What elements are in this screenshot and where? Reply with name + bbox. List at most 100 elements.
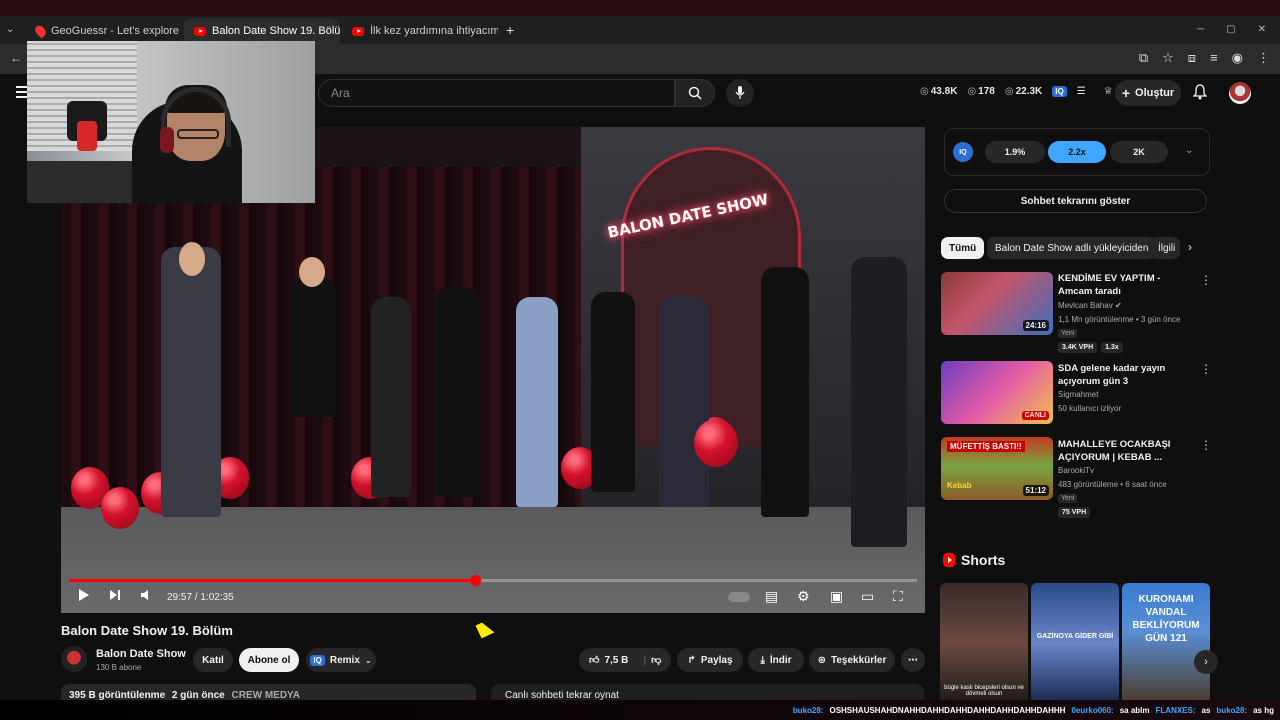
window-controls: ─ ▢ ✕ bbox=[1197, 24, 1266, 35]
thumbs-down-icon[interactable]: 👎︎ bbox=[651, 654, 661, 666]
share-button[interactable]: ↱ Paylaş bbox=[677, 648, 743, 672]
rec-title[interactable]: SDA gelene kadar yayın açıyorum gün 3 bbox=[1058, 362, 1193, 388]
divider: | bbox=[643, 654, 647, 666]
quality-option[interactable]: 2K bbox=[1110, 141, 1168, 163]
rec-channel[interactable]: Mevlcan Bahav ✔︎ bbox=[1058, 301, 1122, 310]
download-icon: ⤓ bbox=[760, 654, 765, 666]
media-icon[interactable]: ≡ bbox=[1210, 50, 1218, 66]
browser-toolbar-icons: ⧉ ☆ ⧈ ≡ ◉ ⋮ bbox=[1139, 50, 1270, 66]
speed-option-2[interactable]: 2.2x bbox=[1048, 141, 1106, 163]
rec-thumbnail[interactable]: MÜFETTİŞ BASTI!! Kebab 51:12 bbox=[941, 437, 1053, 500]
show-chat-replay-button[interactable]: Sohbet tekrarını göster bbox=[944, 189, 1207, 213]
search-button[interactable] bbox=[675, 79, 715, 107]
account-avatar[interactable] bbox=[1229, 82, 1251, 104]
shorts-icon bbox=[943, 553, 955, 567]
video-title: Balon Date Show 19. Bölüm bbox=[61, 623, 233, 638]
chevron-right-icon: › bbox=[1204, 656, 1208, 668]
more-horiz-icon: ⋯ bbox=[908, 654, 918, 666]
short-card[interactable]: GAZİNOYA GİDER GİBİ bbox=[1031, 583, 1119, 703]
fullscreen-icon[interactable]: ⛶ bbox=[893, 588, 903, 605]
theater-mode-icon[interactable]: ▭ bbox=[861, 588, 874, 605]
rec-meta: 1,1 Mn görüntülenme • 3 gün önce bbox=[1058, 315, 1181, 324]
new-tab-button[interactable]: + bbox=[506, 22, 514, 38]
eye-icon: ◎ bbox=[920, 86, 929, 97]
webcam-mic-arm bbox=[77, 121, 97, 151]
profile-icon[interactable]: ◉ bbox=[1232, 50, 1243, 66]
live-badge: CANLI bbox=[1021, 411, 1049, 420]
speed-option-1[interactable]: 1.9% bbox=[985, 141, 1045, 163]
rec-channel[interactable]: Sigmahmet bbox=[1058, 390, 1098, 399]
more-actions-button[interactable]: ⋯ bbox=[901, 648, 925, 672]
channel-name[interactable]: Balon Date Show bbox=[96, 648, 186, 660]
contestant bbox=[591, 292, 635, 492]
minimize-icon[interactable]: ─ bbox=[1197, 24, 1204, 35]
back-arrow-icon[interactable]: ← bbox=[10, 51, 22, 65]
like-count[interactable]: 7,5 B bbox=[604, 655, 628, 666]
search-input[interactable]: Ara bbox=[318, 79, 675, 107]
extensions-icon[interactable]: ⧈ bbox=[1188, 50, 1196, 66]
iq-extension-icon[interactable]: IQ bbox=[1052, 86, 1067, 97]
list-icon[interactable]: ☰ bbox=[1077, 86, 1086, 97]
notifications-bell-icon[interactable] bbox=[1192, 84, 1208, 103]
subscribe-button[interactable]: Abone ol bbox=[239, 648, 299, 672]
shorts-next-button[interactable]: › bbox=[1194, 650, 1218, 674]
chip-all[interactable]: Tümü bbox=[941, 237, 985, 259]
chevron-right-icon[interactable]: › bbox=[1188, 240, 1192, 254]
streamer-webcam bbox=[27, 41, 315, 203]
contestant-head bbox=[299, 257, 325, 287]
autoplay-toggle[interactable] bbox=[728, 592, 750, 602]
rec-vph: 3.4K VPH 1.3x bbox=[1058, 342, 1123, 353]
tab-ilk-kez[interactable]: İlk kez yardımına ihtiyacım var... ✕ bbox=[342, 18, 498, 44]
more-vert-icon[interactable]: ⋮ bbox=[1200, 362, 1212, 376]
create-button[interactable]: + Oluştur bbox=[1115, 80, 1181, 106]
chat-message: sa ablm bbox=[1119, 705, 1150, 715]
tab-search-icon[interactable]: ⌄ bbox=[6, 24, 14, 35]
short-card[interactable]: bügle kaslı bicepsleri olsun ve dövmeli … bbox=[940, 583, 1028, 703]
rec-channel[interactable]: BarookiTv bbox=[1058, 466, 1094, 475]
thumbs-up-icon[interactable]: 👍︎ bbox=[589, 654, 599, 666]
likes-stat: ◎ 178 bbox=[967, 86, 995, 97]
tab-label: Balon Date Show 19. Bölüm - Y... bbox=[212, 25, 340, 37]
install-app-icon[interactable]: ⧉ bbox=[1139, 50, 1148, 66]
thanks-button[interactable]: ⊛ Teşekkürler bbox=[809, 648, 895, 672]
download-button[interactable]: ⤓ İndir bbox=[748, 648, 804, 672]
volume-button[interactable] bbox=[140, 588, 152, 605]
rec-thumbnail[interactable]: 24:16 bbox=[941, 272, 1053, 335]
subtitles-icon[interactable]: ▤ bbox=[765, 588, 778, 605]
like-icon: ◎ bbox=[967, 86, 977, 97]
shorts-section-title: Shorts bbox=[943, 552, 1005, 568]
chevron-down-icon: ⌄ bbox=[364, 655, 372, 665]
play-button[interactable] bbox=[78, 588, 90, 605]
voice-search-button[interactable] bbox=[726, 79, 754, 107]
contestant bbox=[516, 297, 558, 507]
channel-avatar[interactable] bbox=[61, 646, 87, 672]
remix-button[interactable]: IQ Remix ⌄ bbox=[306, 648, 376, 672]
rec-thumbnail[interactable]: CANLI bbox=[941, 361, 1053, 424]
close-window-icon[interactable]: ✕ bbox=[1258, 24, 1266, 35]
chip-related[interactable]: İlgili bbox=[1150, 237, 1180, 259]
balloon-held bbox=[694, 419, 738, 467]
chat-message: as hg bbox=[1253, 705, 1274, 715]
bookmark-star-icon[interactable]: ☆ bbox=[1162, 50, 1174, 66]
trophy-icon[interactable]: ♕ bbox=[1104, 86, 1113, 97]
views-stat: ◎ 43.8K bbox=[920, 86, 958, 97]
maximize-icon[interactable]: ▢ bbox=[1226, 24, 1235, 35]
chip-uploader[interactable]: Balon Date Show adlı yükleyiciden bbox=[987, 237, 1157, 259]
short-card[interactable]: KURONAMI VANDAL BEKLİYORUM GÜN 121 bbox=[1122, 583, 1210, 703]
settings-gear-icon[interactable]: ⚙ bbox=[797, 588, 810, 605]
join-button[interactable]: Katıl bbox=[193, 648, 233, 672]
plus-icon: + bbox=[1121, 85, 1131, 101]
more-vert-icon[interactable]: ⋮ bbox=[1200, 273, 1212, 287]
rec-title[interactable]: MAHALLEYE OCAKBAŞI AÇIYORUM | KEBAB ... bbox=[1058, 438, 1193, 464]
rec-title[interactable]: KENDİME EV YAPTIM - Amcam taradı bbox=[1058, 272, 1193, 298]
more-vert-icon[interactable]: ⋮ bbox=[1200, 438, 1212, 452]
tab-label: İlk kez yardımına ihtiyacım var... bbox=[370, 25, 498, 37]
progress-scrubber[interactable] bbox=[470, 575, 481, 586]
rec-meta: 483 görüntüleme • 6 saat önce bbox=[1058, 480, 1167, 489]
next-button[interactable] bbox=[109, 588, 121, 605]
tab-label: GeoGuessr - Let's explore the w... bbox=[51, 25, 182, 37]
miniplayer-icon[interactable]: ▣ bbox=[830, 588, 843, 605]
chevron-down-icon[interactable]: ⌄ bbox=[1185, 145, 1193, 156]
contestant bbox=[371, 297, 411, 497]
menu-dots-icon[interactable]: ⋮ bbox=[1257, 50, 1270, 66]
